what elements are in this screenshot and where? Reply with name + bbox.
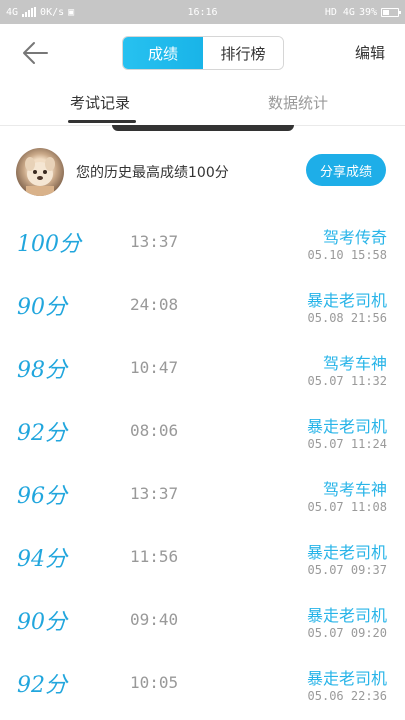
segmented-control: 成绩 排行榜	[122, 36, 284, 70]
record-score: 94分	[17, 547, 67, 572]
share-score-button[interactable]: 分享成绩	[306, 154, 386, 186]
record-row[interactable]: 92分 10:05 暴走老司机 05.06 22:36	[0, 651, 405, 714]
record-row[interactable]: 100分 13:37 驾考传奇 05.10 15:58	[0, 210, 405, 273]
record-duration: 10:05	[130, 673, 179, 692]
tab-scores[interactable]: 成绩	[123, 37, 203, 69]
record-score: 90分	[17, 295, 67, 320]
tab-leaderboard[interactable]: 排行榜	[203, 37, 283, 69]
app-header: 成绩 排行榜 编辑	[0, 24, 405, 82]
record-score: 96分	[17, 484, 67, 509]
record-datetime: 05.07 11:08	[307, 500, 387, 514]
screenshot-icon: ▣	[68, 6, 75, 18]
record-datetime: 05.08 21:56	[307, 311, 387, 325]
record-title: 暴走老司机	[306, 606, 387, 625]
record-duration: 13:37	[130, 232, 179, 251]
record-row[interactable]: 90分 24:08 暴走老司机 05.08 21:56	[0, 273, 405, 336]
dog-avatar-icon	[25, 157, 55, 196]
record-score: 92分	[17, 673, 67, 698]
back-button[interactable]	[20, 40, 50, 66]
record-duration: 11:56	[130, 547, 179, 566]
record-row[interactable]: 96分 13:37 驾考车神 05.07 11:08	[0, 462, 405, 525]
record-datetime: 05.07 09:37	[307, 563, 387, 577]
record-title: 暴走老司机	[306, 291, 387, 310]
record-datetime: 05.06 22:36	[307, 689, 387, 703]
record-title: 暴走老司机	[306, 543, 387, 562]
pull-indicator	[112, 125, 294, 131]
record-title: 暴走老司机	[306, 417, 387, 436]
status-right: HD 4G 39%	[324, 6, 401, 18]
record-score: 92分	[17, 421, 67, 446]
status-left: 4G 0K/s ▣	[6, 7, 74, 18]
back-arrow-icon	[23, 42, 48, 64]
battery-percent: 39%	[358, 6, 377, 18]
hd-network: HD 4G	[324, 6, 355, 18]
signal-icon	[22, 7, 37, 17]
record-duration: 08:06	[130, 421, 179, 440]
record-duration: 13:37	[130, 484, 179, 503]
record-datetime: 05.07 11:32	[307, 374, 387, 388]
edit-button[interactable]: 编辑	[355, 42, 385, 63]
network-speed: 0K/s	[40, 6, 65, 18]
avatar	[16, 148, 64, 196]
record-duration: 09:40	[130, 610, 179, 629]
record-title: 驾考传奇	[322, 228, 387, 247]
record-datetime: 05.07 11:24	[307, 437, 387, 451]
active-tab-indicator	[68, 120, 136, 123]
network-type: 4G	[6, 6, 19, 18]
record-score: 98分	[17, 358, 67, 383]
record-row[interactable]: 98分 10:47 驾考车神 05.07 11:32	[0, 336, 405, 399]
record-score: 90分	[17, 610, 67, 635]
sub-tabs: 考试记录 数据统计	[0, 82, 405, 126]
record-row[interactable]: 92分 08:06 暴走老司机 05.07 11:24	[0, 399, 405, 462]
best-score-text: 您的历史最高成绩100分	[76, 165, 229, 181]
record-datetime: 05.07 09:20	[307, 626, 387, 640]
battery-icon	[381, 7, 401, 17]
record-title: 驾考车神	[322, 480, 387, 499]
status-bar: 4G 0K/s ▣ 16:16 HD 4G 39%	[0, 0, 405, 24]
record-datetime: 05.10 15:58	[307, 248, 387, 262]
record-duration: 24:08	[130, 295, 179, 314]
record-title: 暴走老司机	[306, 669, 387, 688]
tab-data-statistics[interactable]: 数据统计	[268, 92, 328, 113]
best-score-row: 您的历史最高成绩100分 分享成绩	[0, 142, 405, 200]
record-row[interactable]: 94分 11:56 暴走老司机 05.07 09:37	[0, 525, 405, 588]
record-duration: 10:47	[130, 358, 179, 377]
record-row[interactable]: 90分 09:40 暴走老司机 05.07 09:20	[0, 588, 405, 651]
record-score: 100分	[17, 232, 81, 257]
tab-exam-records[interactable]: 考试记录	[70, 92, 130, 113]
exam-records-list: 100分 13:37 驾考传奇 05.10 15:58 90分 24:08 暴走老司机 05.…	[0, 210, 405, 714]
record-title: 驾考车神	[322, 354, 387, 373]
